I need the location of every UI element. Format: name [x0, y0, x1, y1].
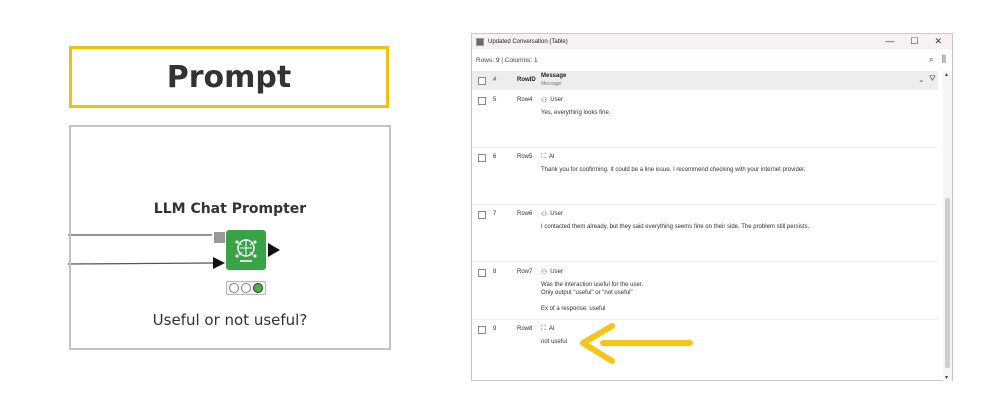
- highlight-arrow: [580, 323, 693, 364]
